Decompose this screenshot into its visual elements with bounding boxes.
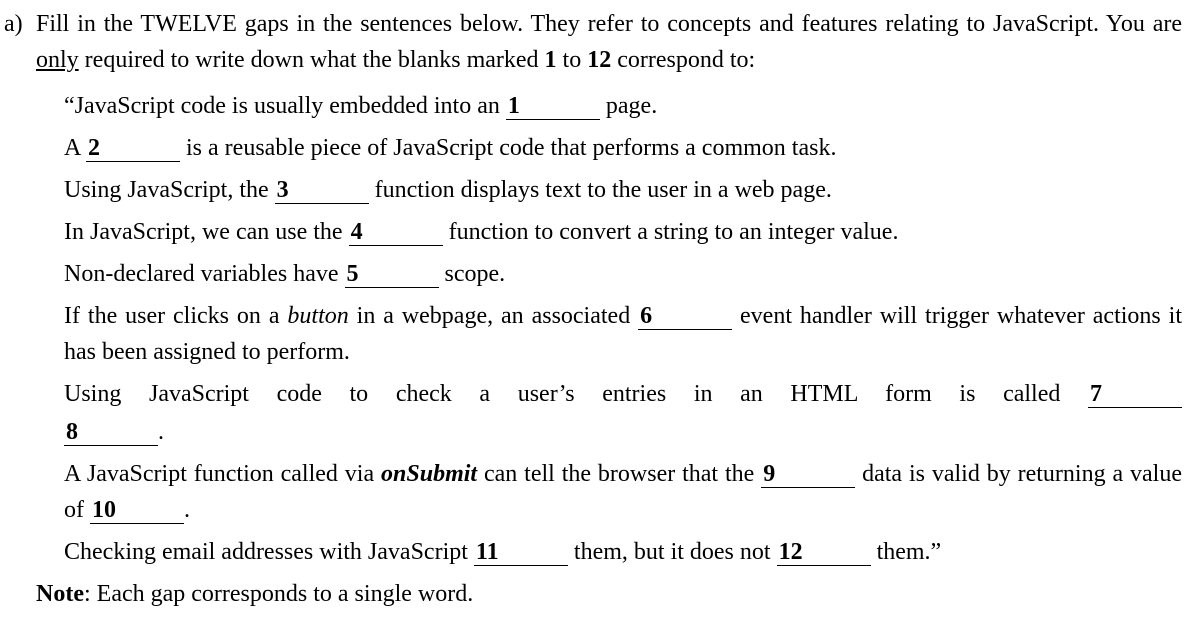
- text: .: [158, 419, 164, 445]
- text: A: [64, 135, 86, 161]
- text: In JavaScript, we can use the: [64, 219, 349, 245]
- text: “JavaScript code is usually embedded int…: [64, 93, 506, 119]
- text: function displays text to the user in a …: [369, 177, 832, 203]
- intro-text-1: Fill in the TWELVE gaps in the sentences…: [36, 11, 1182, 37]
- intro-text-3: correspond to:: [611, 47, 755, 73]
- text: in a webpage, an associated: [349, 303, 638, 329]
- sentence-9: Checking email addresses with JavaScript…: [64, 534, 1182, 570]
- text-bold-italic: onSubmit: [381, 461, 477, 487]
- sentence-7: Using JavaScript code to check a user’s …: [64, 376, 1182, 412]
- text: Using JavaScript, the: [64, 177, 275, 203]
- blank-5[interactable]: 5: [345, 261, 439, 288]
- note: Note: Each gap corresponds to a single w…: [4, 576, 1182, 612]
- blank-11[interactable]: 11: [474, 539, 568, 566]
- blank-10[interactable]: 10: [90, 497, 184, 524]
- text: is a reusable piece of JavaScript code t…: [180, 135, 836, 161]
- sentence-7b: 8.: [64, 414, 1182, 450]
- text: them, but it does not: [568, 539, 777, 565]
- sentence-3: Using JavaScript, the 3 function display…: [64, 172, 1182, 208]
- blank-2[interactable]: 2: [86, 135, 180, 162]
- sentence-4: In JavaScript, we can use the 4 function…: [64, 214, 1182, 250]
- text: Using JavaScript code to check a user’s …: [64, 381, 1088, 407]
- note-text: : Each gap corresponds to a single word.: [84, 581, 473, 607]
- intro-text-2: required to write down what the blanks m…: [79, 47, 545, 73]
- sentence-6: If the user clicks on a button in a webp…: [64, 298, 1182, 370]
- blank-8[interactable]: 8: [64, 419, 158, 446]
- blank-7[interactable]: 7: [1088, 381, 1182, 408]
- text: A JavaScript function called via: [64, 461, 381, 487]
- intro-one: 1: [545, 47, 557, 73]
- blank-4[interactable]: 4: [349, 219, 443, 246]
- note-label: Note: [36, 581, 84, 607]
- blank-12[interactable]: 12: [777, 539, 871, 566]
- intro-twelve: 12: [587, 47, 611, 73]
- blank-3[interactable]: 3: [275, 177, 369, 204]
- text: If the user clicks on a: [64, 303, 287, 329]
- blank-6[interactable]: 6: [638, 303, 732, 330]
- text-italic: button: [287, 303, 348, 329]
- sentence-list: “JavaScript code is usually embedded int…: [4, 88, 1182, 570]
- sentence-2: A 2 is a reusable piece of JavaScript co…: [64, 130, 1182, 166]
- text: them.”: [871, 539, 942, 565]
- sentence-5: Non-declared variables have 5 scope.: [64, 256, 1182, 292]
- intro-only: only: [36, 47, 79, 73]
- text: .: [184, 497, 190, 523]
- text: function to convert a string to an integ…: [443, 219, 899, 245]
- text: scope.: [439, 261, 506, 287]
- question-intro: a)Fill in the TWELVE gaps in the sentenc…: [4, 6, 1182, 78]
- text: Non-declared variables have: [64, 261, 345, 287]
- blank-9[interactable]: 9: [761, 461, 855, 488]
- text: can tell the browser that the: [477, 461, 761, 487]
- text: Checking email addresses with JavaScript: [64, 539, 474, 565]
- sentence-1: “JavaScript code is usually embedded int…: [64, 88, 1182, 124]
- blank-1[interactable]: 1: [506, 93, 600, 120]
- exam-question: a)Fill in the TWELVE gaps in the sentenc…: [0, 0, 1200, 618]
- sentence-8: A JavaScript function called via onSubmi…: [64, 456, 1182, 528]
- question-label: a): [4, 6, 36, 42]
- intro-to: to: [557, 47, 588, 73]
- text: page.: [600, 93, 657, 119]
